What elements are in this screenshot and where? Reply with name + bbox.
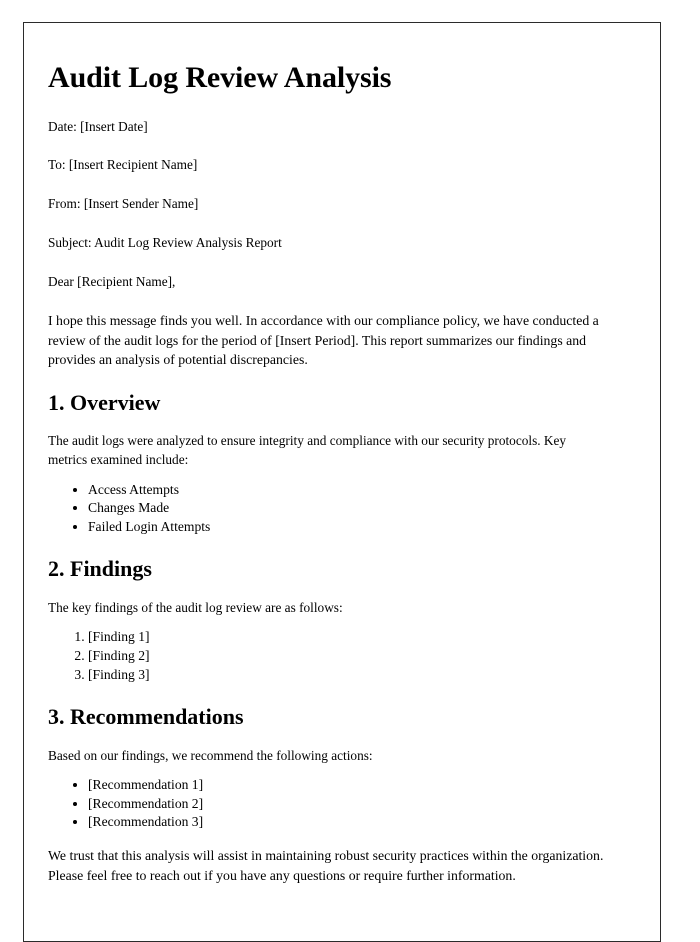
section-heading-overview: 1. Overview [48,389,161,415]
list-item: Access Attempts [88,481,630,500]
meta-line-from: From: [Insert Sender Name] [48,196,199,212]
document-page: Audit Log Review Analysis Date: [Insert … [23,22,661,942]
list-item: [Finding 1] [88,628,630,647]
recommendations-list: [Recommendation 1] [Recommendation 2] [R… [48,776,630,832]
list-item: [Finding 2] [88,647,630,666]
section-paragraph-recommendations: Based on our findings, we recommend the … [48,747,373,763]
list-item: Failed Login Attempts [88,518,630,537]
meta-line-to: To: [Insert Recipient Name] [48,157,198,173]
overview-list: Access Attempts Changes Made Failed Logi… [48,481,630,537]
closing-paragraph: We trust that this analysis will assist … [48,848,604,883]
meta-line-date: Date: [Insert Date] [48,118,148,134]
section-paragraph-overview: The audit logs were analyzed to ensure i… [48,433,567,467]
salutation: Dear [Recipient Name], [48,274,176,290]
section-heading-findings: 2. Findings [48,556,152,582]
meta-line-subject: Subject: Audit Log Review Analysis Repor… [48,235,282,251]
section-paragraph-findings: The key findings of the audit log review… [48,599,343,615]
list-item: Changes Made [88,499,630,518]
intro-paragraph: I hope this message finds you well. In a… [48,313,599,368]
findings-list: [Finding 1] [Finding 2] [Finding 3] [48,628,630,684]
list-item: [Recommendation 1] [88,776,630,795]
section-heading-recommendations: 3. Recommendations [48,704,244,730]
document-body: Audit Log Review Analysis Date: [Insert … [24,23,660,885]
list-item: [Recommendation 2] [88,795,630,814]
list-item: [Finding 3] [88,666,630,685]
list-item: [Recommendation 3] [88,813,630,832]
page-title: Audit Log Review Analysis [48,61,392,94]
